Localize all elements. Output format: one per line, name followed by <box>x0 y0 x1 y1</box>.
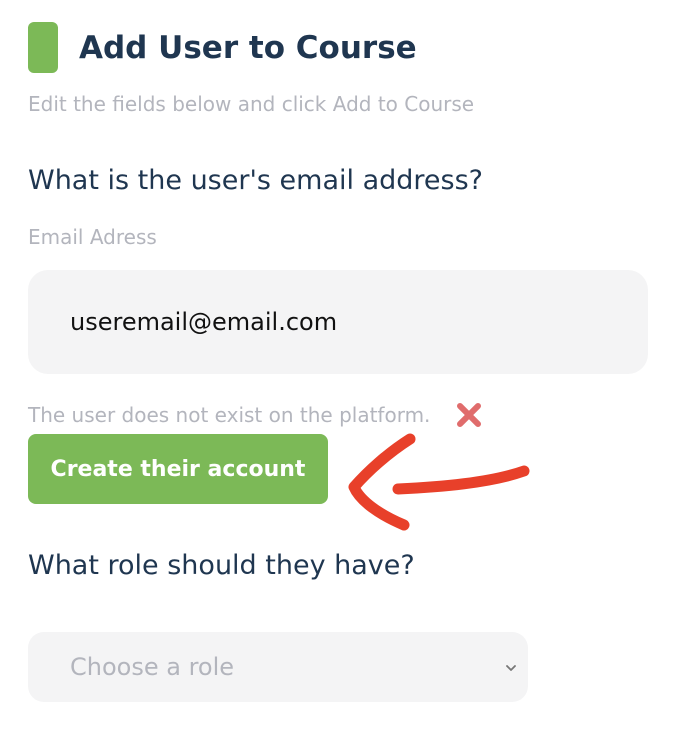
page-title: Add User to Course <box>79 29 417 66</box>
role-select-value: Choose a role <box>70 653 235 681</box>
email-input[interactable] <box>28 270 648 374</box>
email-field[interactable] <box>28 270 648 374</box>
annotation-arrow <box>348 433 530 531</box>
create-account-button[interactable]: Create their account <box>28 434 328 504</box>
role-select[interactable]: Choose a role <box>28 632 528 702</box>
error-text: The user does not exist on the platform. <box>28 403 431 427</box>
chevron-down-icon <box>504 660 518 674</box>
role-question: What role should they have? <box>28 550 415 581</box>
email-question: What is the user's email address? <box>28 165 483 196</box>
page-header: Add User to Course <box>28 22 417 73</box>
accent-bar <box>28 22 58 73</box>
page-subtitle: Edit the fields below and click Add to C… <box>28 92 475 116</box>
email-field-label: Email Adress <box>28 225 157 249</box>
